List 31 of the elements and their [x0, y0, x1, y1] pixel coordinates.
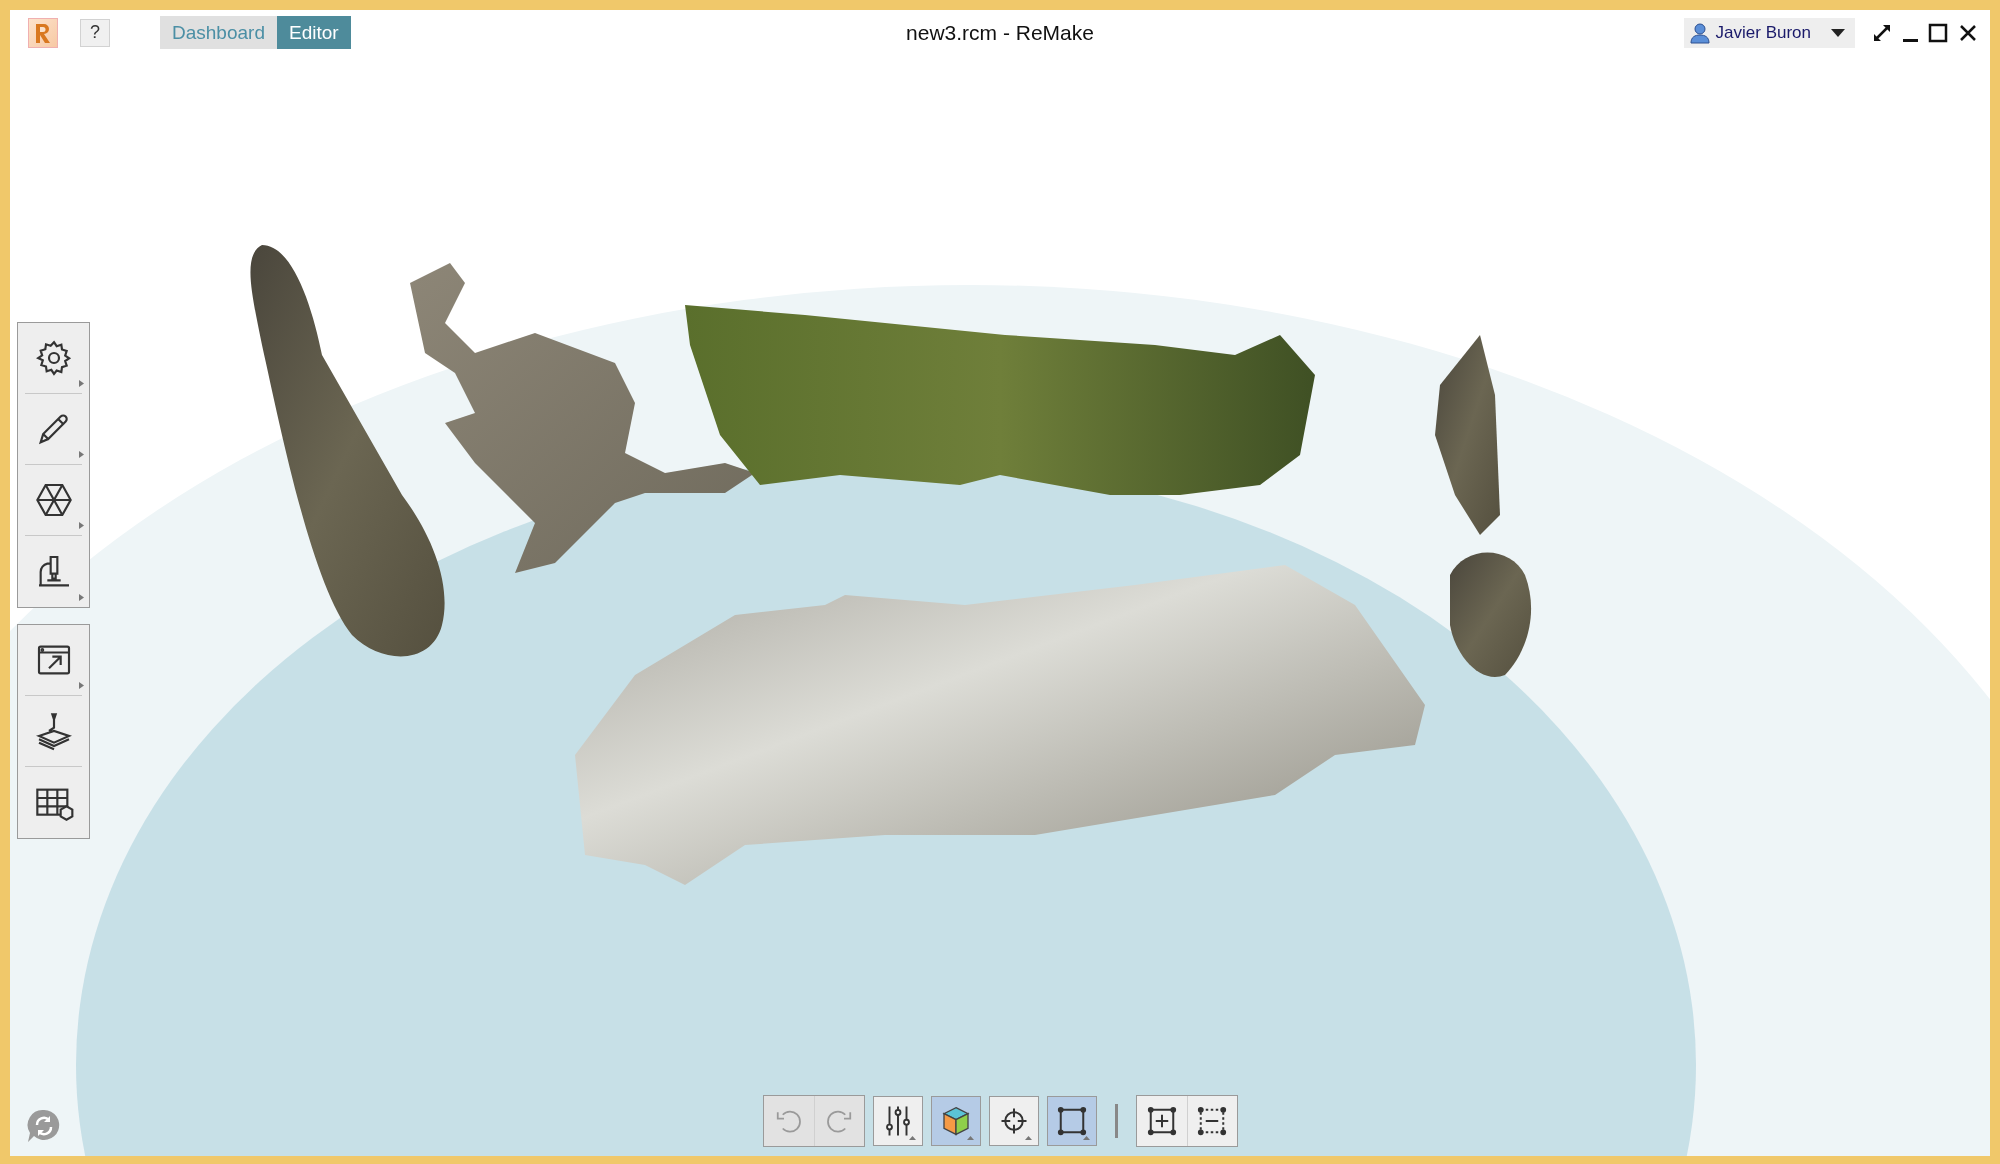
- close-icon: [1958, 22, 1978, 43]
- adjust-button[interactable]: [872, 1096, 923, 1146]
- r-logo-icon: [33, 21, 53, 44]
- close-button[interactable]: [1958, 22, 1978, 43]
- corner-triangle-icon: [1024, 1136, 1032, 1140]
- maximize-button[interactable]: [1928, 22, 1948, 43]
- help-button[interactable]: ?: [80, 18, 110, 47]
- add-selection-icon: [1146, 1106, 1177, 1136]
- view-tab[interactable]: Editor: [276, 16, 351, 49]
- remove-selection-icon: [1197, 1106, 1227, 1136]
- maximize-icon: [1928, 22, 1948, 43]
- app-logo[interactable]: [28, 17, 58, 48]
- submenu-arrow-icon: [79, 522, 84, 529]
- submenu-arrow-icon: [79, 682, 84, 689]
- sync-bubble-icon[interactable]: [26, 1108, 62, 1144]
- submenu-arrow-icon: [79, 380, 84, 387]
- submenu-arrow-icon: [79, 594, 84, 601]
- corner-triangle-icon: [908, 1136, 916, 1140]
- pivot-button[interactable]: [988, 1096, 1039, 1146]
- frame-icon: [1056, 1106, 1087, 1136]
- user-icon: [1689, 21, 1710, 44]
- dropdown-caret-icon: [1831, 28, 1845, 37]
- corner-triangle-icon: [966, 1136, 974, 1140]
- corner-triangle-icon: [1082, 1136, 1090, 1140]
- display-mode-button[interactable]: [930, 1096, 981, 1146]
- user-menu[interactable]: Javier Buron: [1683, 17, 1855, 48]
- window-title: new3.rcm - ReMake: [906, 20, 1094, 44]
- frame-button[interactable]: [1046, 1096, 1097, 1146]
- toolbar-separator: [1114, 1104, 1118, 1138]
- minimize-icon: [1903, 38, 1918, 42]
- submenu-arrow-icon: [79, 451, 84, 458]
